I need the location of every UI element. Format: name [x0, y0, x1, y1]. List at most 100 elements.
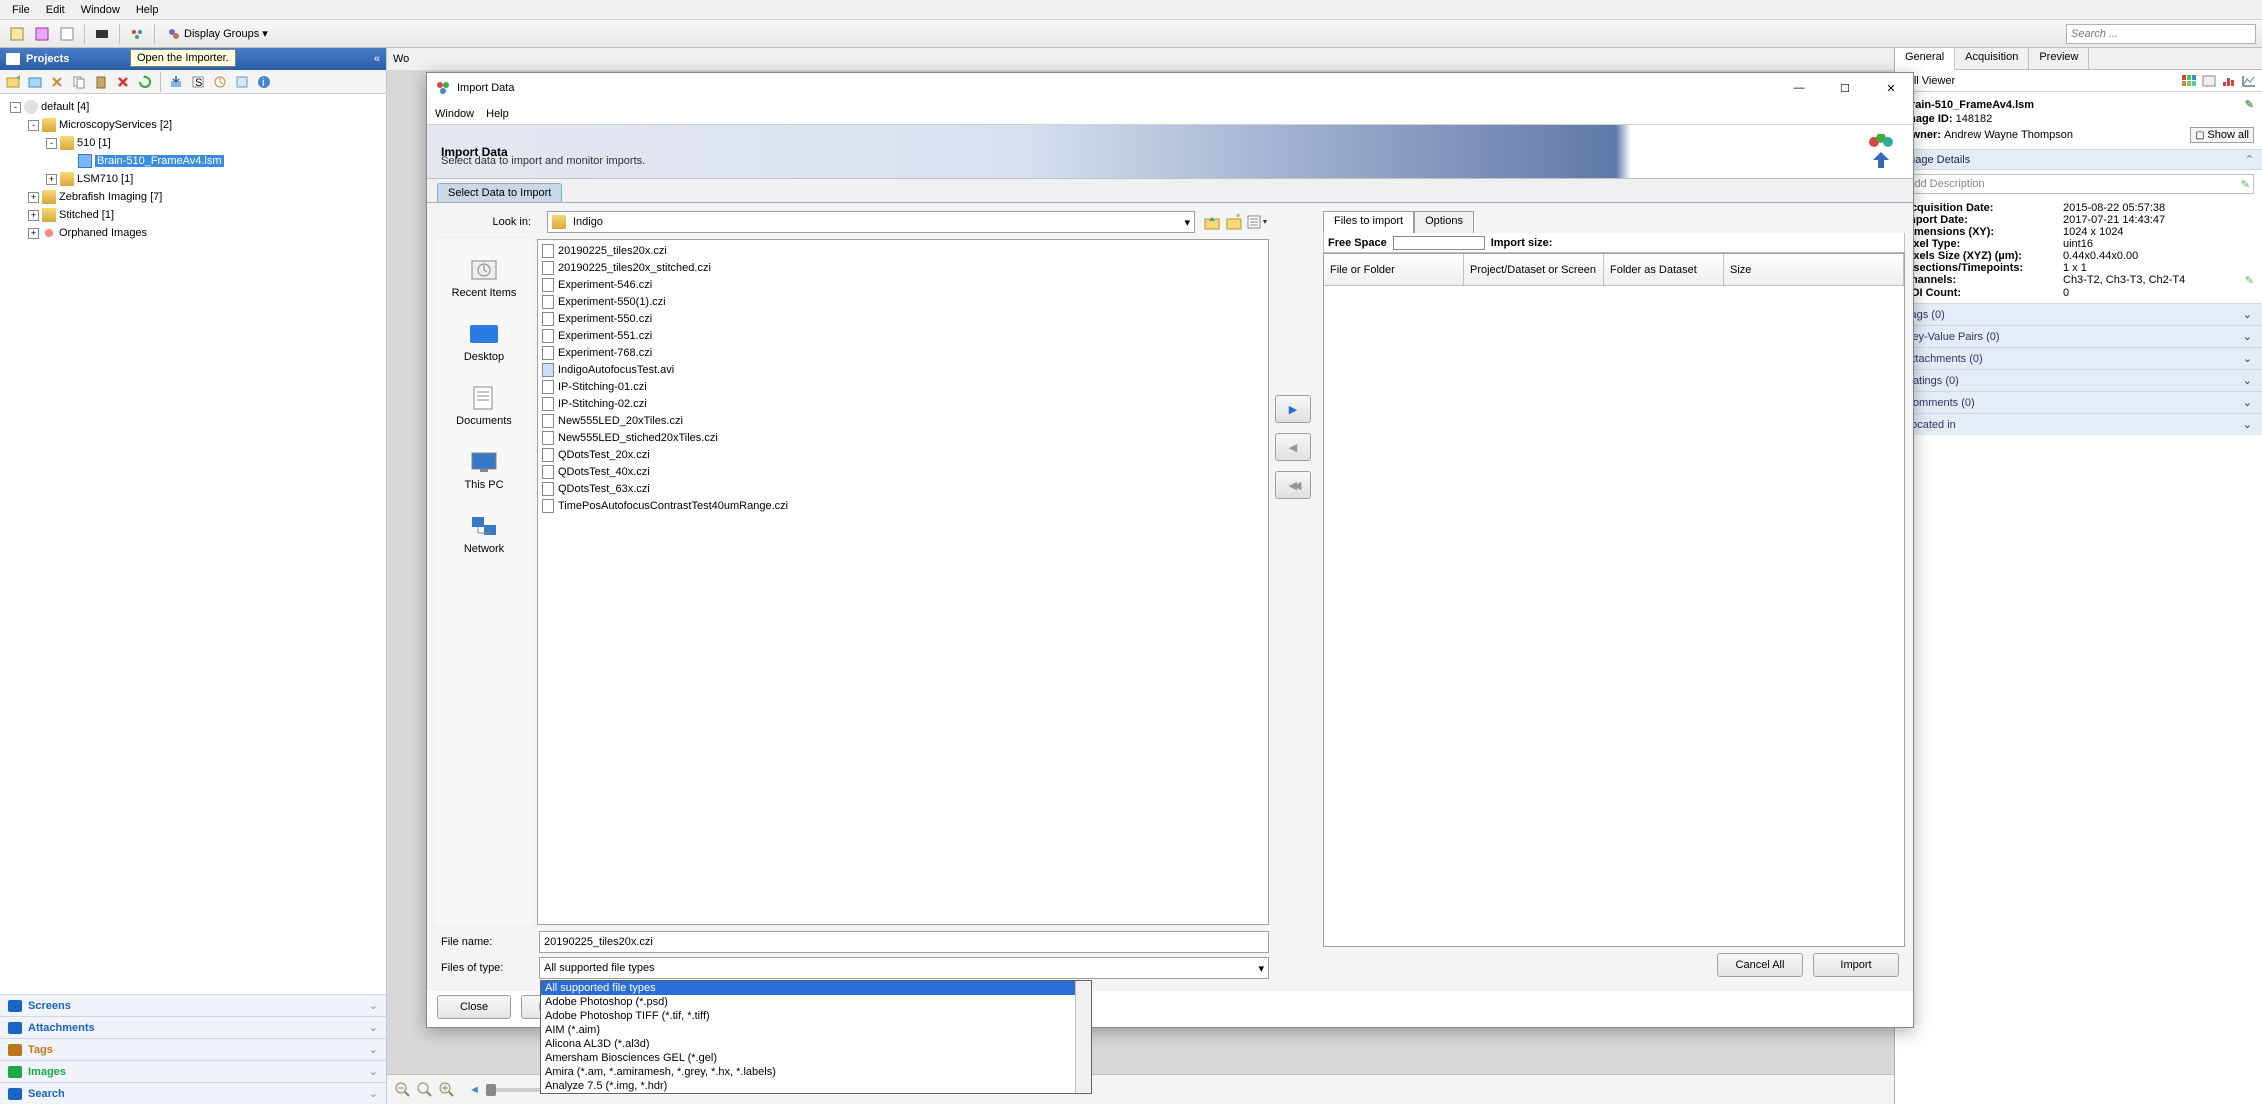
- tab-general[interactable]: General: [1895, 48, 1955, 70]
- file-row[interactable]: TimePosAutofocusContrastTest40umRange.cz…: [540, 497, 1266, 514]
- chart-icon[interactable]: [2242, 75, 2256, 87]
- tree-row[interactable]: - MicroscopyServices [2]: [2, 116, 384, 134]
- menu-help[interactable]: Help: [128, 2, 167, 18]
- tree-label[interactable]: default [4]: [41, 101, 89, 113]
- collapse-icon[interactable]: «: [374, 53, 380, 65]
- paste-icon[interactable]: [91, 72, 111, 92]
- tab-preview[interactable]: Preview: [2029, 48, 2089, 69]
- image-details-header[interactable]: Image Details ⌃: [1895, 149, 2262, 170]
- file-row[interactable]: IP-Stitching-02.czi: [540, 395, 1266, 412]
- tree-label[interactable]: LSM710 [1]: [77, 173, 133, 185]
- remove-all-button[interactable]: ◀◀: [1275, 471, 1311, 499]
- close-dialog-button[interactable]: Close: [437, 995, 511, 1019]
- filetype-option[interactable]: Adobe Photoshop (*.psd): [541, 995, 1091, 1009]
- tree-toggle[interactable]: -: [28, 120, 39, 131]
- new-project-icon[interactable]: +: [3, 72, 23, 92]
- section-comments[interactable]: Comments (0)⌄: [1895, 391, 2262, 413]
- edit-desc-icon[interactable]: ✎: [2241, 178, 2250, 191]
- edit-title-icon[interactable]: ✎: [2245, 98, 2254, 111]
- display-groups-dropdown[interactable]: Display Groups ▾: [161, 27, 274, 41]
- col-size[interactable]: Size: [1724, 254, 1904, 285]
- delete-icon[interactable]: [113, 72, 133, 92]
- file-row[interactable]: QDotsTest_63x.czi: [540, 480, 1266, 497]
- tree-label[interactable]: Orphaned Images: [59, 227, 147, 239]
- new-folder-icon[interactable]: *: [1225, 213, 1243, 231]
- collapsed-panel-tags[interactable]: Tags⌄: [0, 1038, 386, 1060]
- edit-channels-icon[interactable]: ✎: [2245, 274, 2254, 287]
- tree-row[interactable]: -510 [1]: [2, 134, 384, 152]
- tree-label[interactable]: Brain-510_FrameAv4.lsm: [95, 155, 224, 167]
- filetype-dropdown-list[interactable]: All supported file typesAdobe Photoshop …: [540, 980, 1092, 1094]
- cut-icon[interactable]: [47, 72, 67, 92]
- collapsed-panel-images[interactable]: Images⌄: [0, 1060, 386, 1082]
- refresh-icon[interactable]: [135, 72, 155, 92]
- tree-label[interactable]: Zebrafish Imaging [7]: [59, 191, 162, 203]
- tool-btn-4[interactable]: [91, 23, 113, 45]
- file-row[interactable]: Experiment-550.czi: [540, 310, 1266, 327]
- time-icon[interactable]: [210, 72, 230, 92]
- filetype-combo[interactable]: All supported file types ▾ All supported…: [539, 957, 1269, 979]
- file-row[interactable]: 20190225_tiles20x.czi: [540, 242, 1266, 259]
- file-row[interactable]: Experiment-551.czi: [540, 327, 1266, 344]
- zoom-out-icon[interactable]: [395, 1082, 411, 1098]
- tree-label[interactable]: Stitched [1]: [59, 209, 114, 221]
- tool-btn-admin[interactable]: [126, 23, 148, 45]
- cancel-all-button[interactable]: Cancel All: [1717, 953, 1803, 977]
- place-this-pc[interactable]: This PC: [464, 449, 503, 491]
- file-row[interactable]: QDotsTest_20x.czi: [540, 446, 1266, 463]
- tree-toggle[interactable]: +: [28, 210, 39, 221]
- dropdown-scrollbar[interactable]: [1075, 981, 1091, 1093]
- file-row[interactable]: QDotsTest_40x.czi: [540, 463, 1266, 480]
- tree-row[interactable]: +Orphaned Images: [2, 224, 384, 242]
- tree-toggle[interactable]: -: [10, 102, 21, 113]
- queue-tab-files[interactable]: Files to import: [1323, 211, 1414, 233]
- file-row[interactable]: IP-Stitching-01.czi: [540, 378, 1266, 395]
- thumb-icon[interactable]: [2202, 75, 2216, 87]
- section-tags[interactable]: Tags (0)⌄: [1895, 303, 2262, 325]
- search-input[interactable]: [2066, 24, 2256, 44]
- tool-btn-1[interactable]: [6, 23, 28, 45]
- tree-row[interactable]: Brain-510_FrameAv4.lsm: [2, 152, 384, 170]
- tool-btn-3[interactable]: [56, 23, 78, 45]
- filetype-option[interactable]: All supported file types: [541, 981, 1091, 995]
- file-row[interactable]: Experiment-550(1).czi: [540, 293, 1266, 310]
- script-icon[interactable]: S: [188, 72, 208, 92]
- tab-acquisition[interactable]: Acquisition: [1955, 48, 2029, 69]
- tree-toggle[interactable]: +: [46, 174, 57, 185]
- minimize-button[interactable]: —: [1785, 82, 1813, 95]
- upload-icon[interactable]: [232, 72, 252, 92]
- import-icon[interactable]: [166, 72, 186, 92]
- section-ratings[interactable]: Ratings (0)⌄: [1895, 369, 2262, 391]
- col-folder-as[interactable]: Folder as Dataset: [1604, 254, 1724, 285]
- grid-view-icon[interactable]: [2182, 75, 2196, 87]
- dialog-tab-select-data[interactable]: Select Data to Import: [437, 183, 562, 202]
- file-row[interactable]: IndigoAutofocusTest.avi: [540, 361, 1266, 378]
- file-row[interactable]: Experiment-546.czi: [540, 276, 1266, 293]
- new-dataset-icon[interactable]: [25, 72, 45, 92]
- filetype-option[interactable]: Amira (*.am, *.amiramesh, *.grey, *.hx, …: [541, 1065, 1091, 1079]
- section-attachments[interactable]: Attachments (0)⌄: [1895, 347, 2262, 369]
- place-documents[interactable]: Documents: [456, 385, 512, 427]
- tree-toggle[interactable]: -: [46, 138, 57, 149]
- projects-tree[interactable]: -default [4]-MicroscopyServices [2]-510 …: [0, 94, 386, 994]
- histogram-icon[interactable]: [2222, 75, 2236, 87]
- zoom-in-icon[interactable]: [439, 1082, 455, 1098]
- close-button[interactable]: ✕: [1877, 82, 1905, 95]
- maximize-button[interactable]: ☐: [1831, 82, 1859, 95]
- collapsed-panel-search[interactable]: Search⌄: [0, 1082, 386, 1104]
- info-icon[interactable]: i: [254, 72, 274, 92]
- remove-from-queue-button[interactable]: ◀: [1275, 433, 1311, 461]
- filetype-option[interactable]: Adobe Photoshop TIFF (*.tif, *.tiff): [541, 1009, 1091, 1023]
- place-network[interactable]: Network: [464, 513, 504, 555]
- filetype-option[interactable]: AIM (*.aim): [541, 1023, 1091, 1037]
- section-located[interactable]: Located in⌄: [1895, 413, 2262, 435]
- collapsed-panel-screens[interactable]: Screens⌄: [0, 994, 386, 1016]
- tree-row[interactable]: +Zebrafish Imaging [7]: [2, 188, 384, 206]
- showall-button[interactable]: ▢ Show all: [2190, 127, 2254, 143]
- tree-label[interactable]: MicroscopyServices [2]: [59, 119, 172, 131]
- tool-btn-2[interactable]: [31, 23, 53, 45]
- add-to-queue-button[interactable]: ▶: [1275, 395, 1311, 423]
- dialog-menu-window[interactable]: Window: [435, 108, 474, 120]
- up-folder-icon[interactable]: [1203, 213, 1221, 231]
- file-row[interactable]: New555LED_20xTiles.czi: [540, 412, 1266, 429]
